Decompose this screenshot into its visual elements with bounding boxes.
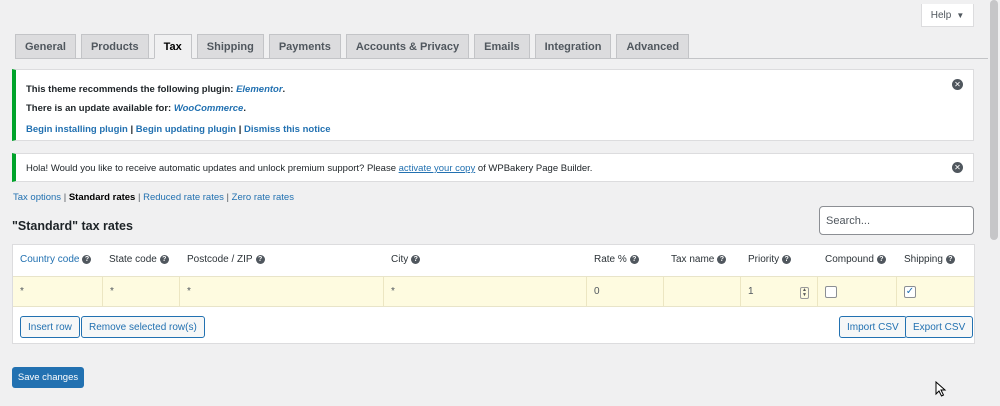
subnav-reduced-rates[interactable]: Reduced rate rates bbox=[143, 192, 224, 203]
tab-emails[interactable]: Emails bbox=[474, 34, 530, 59]
woocommerce-link[interactable]: WooCommerce bbox=[174, 103, 244, 114]
notice-line-update: There is an update available for: WooCom… bbox=[26, 103, 246, 114]
stepper-icon[interactable]: ▲ ▼ bbox=[800, 287, 809, 299]
city-input[interactable]: * bbox=[384, 277, 587, 306]
tab-accounts-privacy[interactable]: Accounts & Privacy bbox=[345, 34, 470, 59]
subnav-zero-rates[interactable]: Zero rate rates bbox=[232, 192, 294, 203]
column-label: Tax name bbox=[671, 254, 715, 265]
rate-input[interactable]: 0 bbox=[587, 277, 664, 306]
notice-text: . bbox=[243, 103, 246, 114]
help-icon[interactable]: ? bbox=[876, 254, 886, 264]
tab-shipping[interactable]: Shipping bbox=[196, 34, 264, 59]
insert-row-button[interactable]: Insert row bbox=[20, 316, 80, 338]
tax-name-input[interactable] bbox=[664, 277, 741, 306]
tab-tax[interactable]: Tax bbox=[153, 34, 192, 59]
column-country-code[interactable]: Country code? bbox=[20, 254, 92, 265]
tab-integration[interactable]: Integration bbox=[534, 34, 612, 59]
wpbakery-notice: Hola! Would you like to receive automati… bbox=[12, 153, 974, 182]
separator: | bbox=[127, 124, 136, 135]
separator: | bbox=[236, 124, 244, 135]
dismiss-icon[interactable]: ✕ bbox=[952, 79, 963, 90]
notice-line-wpbakery: Hola! Would you like to receive automati… bbox=[26, 163, 592, 174]
tab-advanced[interactable]: Advanced bbox=[616, 34, 690, 59]
column-label: City bbox=[391, 254, 409, 265]
shipping-checkbox[interactable]: ✓ bbox=[904, 285, 916, 298]
shipping-cell: ✓ bbox=[897, 277, 976, 306]
tab-payments[interactable]: Payments bbox=[268, 34, 341, 59]
subnav-standard-rates: Standard rates bbox=[68, 192, 136, 203]
compound-checkbox[interactable] bbox=[825, 285, 837, 298]
activate-copy-link[interactable]: activate your copy bbox=[399, 163, 476, 174]
state-code-input[interactable]: * bbox=[103, 277, 180, 306]
separator: | bbox=[61, 192, 69, 203]
tax-rates-table: Country code? State code? Postcode / ZIP… bbox=[12, 244, 975, 344]
mouse-cursor-icon bbox=[935, 381, 947, 397]
help-label: Help bbox=[930, 9, 952, 21]
section-title: "Standard" tax rates bbox=[12, 219, 133, 233]
notice-text: of WPBakery Page Builder. bbox=[475, 163, 593, 174]
postcode-input[interactable]: * bbox=[180, 277, 384, 306]
begin-installing-link[interactable]: Begin installing plugin bbox=[26, 124, 128, 135]
export-csv-button[interactable]: Export CSV bbox=[905, 316, 974, 338]
help-icon[interactable]: ? bbox=[255, 254, 265, 264]
help-icon[interactable]: ? bbox=[629, 254, 639, 264]
notice-text: . bbox=[282, 84, 286, 95]
help-icon[interactable]: ? bbox=[159, 254, 169, 264]
notice-actions: Begin installing plugin | Begin updating… bbox=[26, 124, 331, 135]
subnav-tax-options[interactable]: Tax options bbox=[13, 192, 61, 203]
settings-tabs: General Products Tax Shipping Payments A… bbox=[15, 33, 1000, 59]
help-icon[interactable]: ? bbox=[82, 254, 92, 264]
tax-subnav: Tax options | Standard rates | Reduced r… bbox=[13, 192, 294, 203]
column-postcode: Postcode / ZIP? bbox=[187, 254, 265, 265]
column-tax-name: Tax name? bbox=[671, 254, 727, 265]
column-priority: Priority? bbox=[748, 254, 792, 265]
begin-updating-link[interactable]: Begin updating plugin bbox=[136, 124, 236, 135]
column-label: Postcode / ZIP bbox=[187, 254, 253, 265]
dismiss-icon[interactable]: ✕ bbox=[952, 162, 963, 173]
tab-general[interactable]: General bbox=[15, 34, 76, 59]
separator: | bbox=[223, 192, 232, 203]
separator: | bbox=[135, 192, 144, 203]
column-label: Compound bbox=[825, 254, 874, 265]
notice-text: There is an update available for: bbox=[26, 103, 174, 114]
check-icon: ✓ bbox=[905, 286, 915, 297]
scrollbar-thumb[interactable] bbox=[990, 0, 998, 240]
help-icon[interactable]: ? bbox=[945, 254, 955, 264]
column-label: State code bbox=[109, 254, 157, 265]
help-button[interactable]: Help ▼ bbox=[921, 4, 974, 27]
compound-cell bbox=[818, 277, 897, 306]
column-label: Priority bbox=[748, 254, 780, 265]
column-state-code: State code? bbox=[109, 254, 169, 265]
table-header: Country code? State code? Postcode / ZIP… bbox=[13, 245, 974, 276]
column-shipping: Shipping? bbox=[904, 254, 955, 265]
priority-input[interactable]: 1 ▲ ▼ bbox=[741, 277, 818, 306]
caret-down-icon: ▼ bbox=[956, 10, 965, 20]
column-compound: Compound? bbox=[825, 254, 886, 265]
elementor-link[interactable]: Elementor bbox=[236, 84, 282, 95]
country-code-input[interactable]: * bbox=[13, 277, 103, 306]
scrollbar[interactable] bbox=[988, 0, 1000, 406]
search-input[interactable] bbox=[819, 206, 974, 235]
notice-line-plugin: This theme recommends the following plug… bbox=[26, 84, 285, 95]
dismiss-notice-link[interactable]: Dismiss this notice bbox=[244, 124, 331, 135]
plugin-notice: This theme recommends the following plug… bbox=[12, 69, 974, 141]
column-label: Country code bbox=[20, 254, 80, 265]
table-row: * * * * 0 1 ▲ ▼ ✓ bbox=[13, 276, 974, 307]
column-rate: Rate %? bbox=[594, 254, 639, 265]
help-icon[interactable]: ? bbox=[782, 254, 792, 264]
notice-text: Hola! Would you like to receive automati… bbox=[26, 163, 399, 174]
tab-products[interactable]: Products bbox=[80, 34, 149, 59]
help-icon[interactable]: ? bbox=[411, 254, 421, 264]
column-label: Shipping bbox=[904, 254, 943, 265]
column-city: City? bbox=[391, 254, 421, 265]
column-label: Rate % bbox=[594, 254, 627, 265]
priority-value: 1 bbox=[748, 286, 754, 297]
import-csv-button[interactable]: Import CSV bbox=[839, 316, 907, 338]
notice-text: This theme recommends the following plug… bbox=[26, 84, 237, 95]
help-icon[interactable]: ? bbox=[717, 254, 727, 264]
remove-rows-button[interactable]: Remove selected row(s) bbox=[81, 316, 205, 338]
save-changes-button[interactable]: Save changes bbox=[12, 367, 84, 388]
